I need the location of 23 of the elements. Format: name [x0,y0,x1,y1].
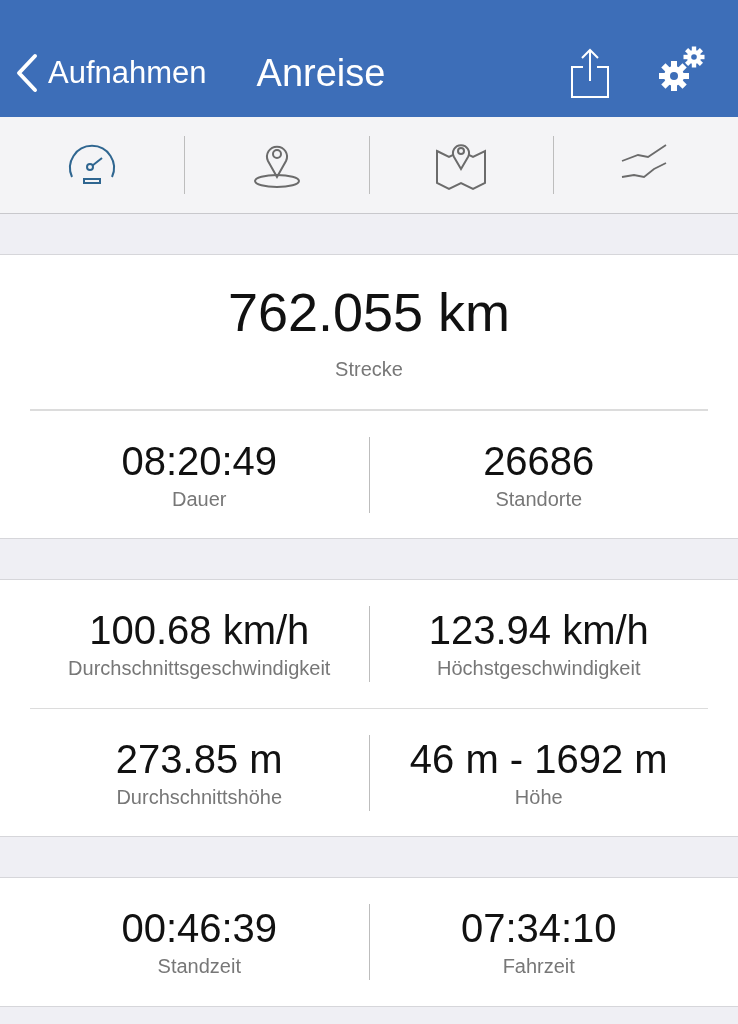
stat-label: Fahrzeit [502,954,575,979]
stat-value: 273.85 m [115,735,283,783]
stat-value: 100.68 km/h [89,607,310,654]
stat-label: Standzeit [157,954,241,979]
settings-button[interactable] [658,45,708,93]
screen-title: Anreise [256,53,386,93]
stat-value: 26686 [483,437,595,485]
stat-label: Höchstgeschwindigkeit [437,656,641,681]
distance-value: 762.055 km [227,281,511,344]
stat-label: Höhe [514,784,563,810]
share-button[interactable] [570,47,610,99]
stat-value: 08:20:49 [121,437,278,485]
chevron-left-icon [16,53,38,93]
stat-label: Dauer [172,486,227,512]
stat-value: 46 m - 1692 m [409,735,668,783]
stat-label: Durchschnittshöhe [116,784,283,810]
stat-value: 123.94 km/h [428,607,649,654]
distance-label: Strecke [335,357,403,382]
stat-value: 00:46:39 [121,905,278,952]
back-button[interactable]: Aufnahmen [16,53,207,93]
stat-label: Durchschnittsgeschwindigkeit [68,656,331,681]
stat-label: Standorte [495,486,583,512]
stat-value: 07:34:10 [460,905,617,952]
